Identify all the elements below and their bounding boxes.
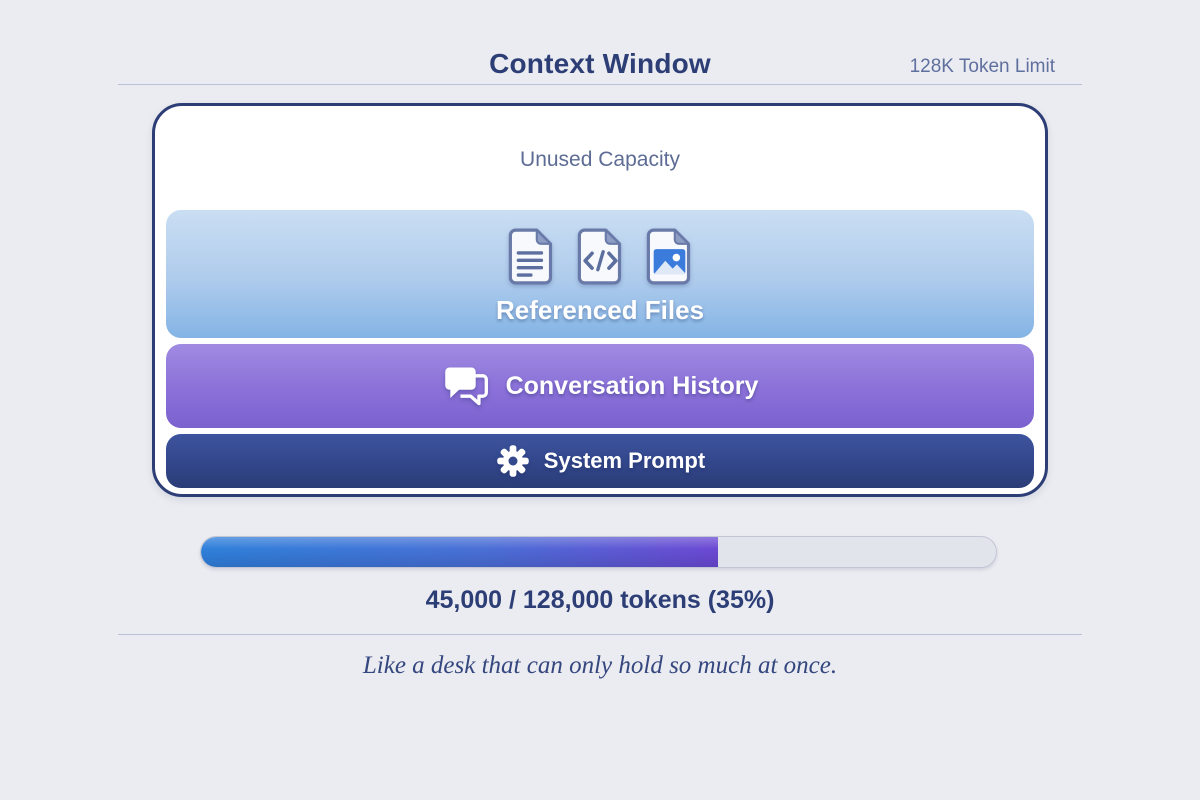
unused-capacity-label: Unused Capacity [155,148,1045,172]
context-window-box: Unused Capacity [152,103,1048,497]
referenced-files-label: Referenced Files [496,295,704,326]
gear-icon [495,443,531,479]
conversation-history-label: Conversation History [506,372,759,401]
chat-bubbles-icon [442,365,490,407]
token-usage-progress-bar [200,536,997,568]
section-system-prompt: System Prompt [166,434,1034,488]
context-window-infographic: Context Window 128K Token Limit Unused C… [0,0,1200,800]
system-prompt-label: System Prompt [544,448,705,474]
file-icons-row [508,228,693,285]
section-referenced-files: Referenced Files [166,210,1034,338]
section-conversation-history: Conversation History [166,344,1034,428]
code-file-icon [577,228,624,285]
document-file-icon [508,228,555,285]
token-usage-label: 45,000 / 128,000 tokens (35%) [0,586,1200,615]
header-divider [118,84,1082,85]
analogy-caption: Like a desk that can only hold so much a… [0,652,1200,680]
progress-fill [201,537,718,567]
footer-divider [118,634,1082,635]
token-limit-label: 128K Token Limit [910,56,1055,78]
image-file-icon [646,228,693,285]
